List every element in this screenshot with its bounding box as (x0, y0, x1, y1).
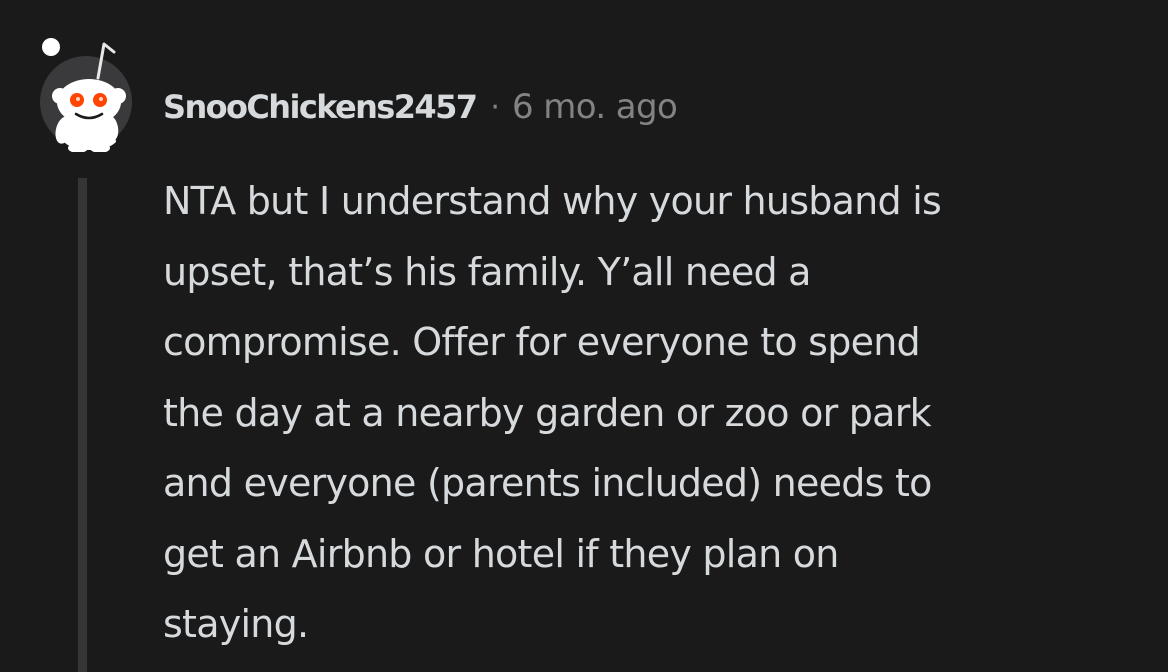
meta-separator: · (490, 89, 500, 125)
comment-body-line: get an Airbnb or hotel if they plan on (163, 531, 839, 576)
comment-body-line: compromise. Offer for everyone to spend (163, 320, 921, 364)
comment-body-line: and everyone (parents included) needs to (163, 461, 932, 505)
comment-body-line: staying. (163, 602, 309, 646)
user-avatar[interactable] (38, 30, 138, 153)
comment-body-line: NTA but I understand why your husband is (163, 179, 942, 223)
username-link[interactable]: SnooChickens2457 (163, 88, 478, 126)
snoo-avatar-icon (40, 38, 132, 153)
thread-collapse-line[interactable] (78, 178, 87, 672)
comment-body: NTA but I understand why your husband is… (163, 166, 1153, 660)
comment-body-line: upset, that’s his family. Y’all need a (163, 249, 811, 294)
comment-meta: SnooChickens2457 · 6 mo. ago (163, 84, 678, 130)
comment: SnooChickens2457 · 6 mo. ago NTA but I u… (0, 0, 1168, 672)
comment-timestamp[interactable]: 6 mo. ago (512, 87, 678, 127)
comment-body-line: the day at a nearby garden or zoo or par… (163, 390, 932, 435)
